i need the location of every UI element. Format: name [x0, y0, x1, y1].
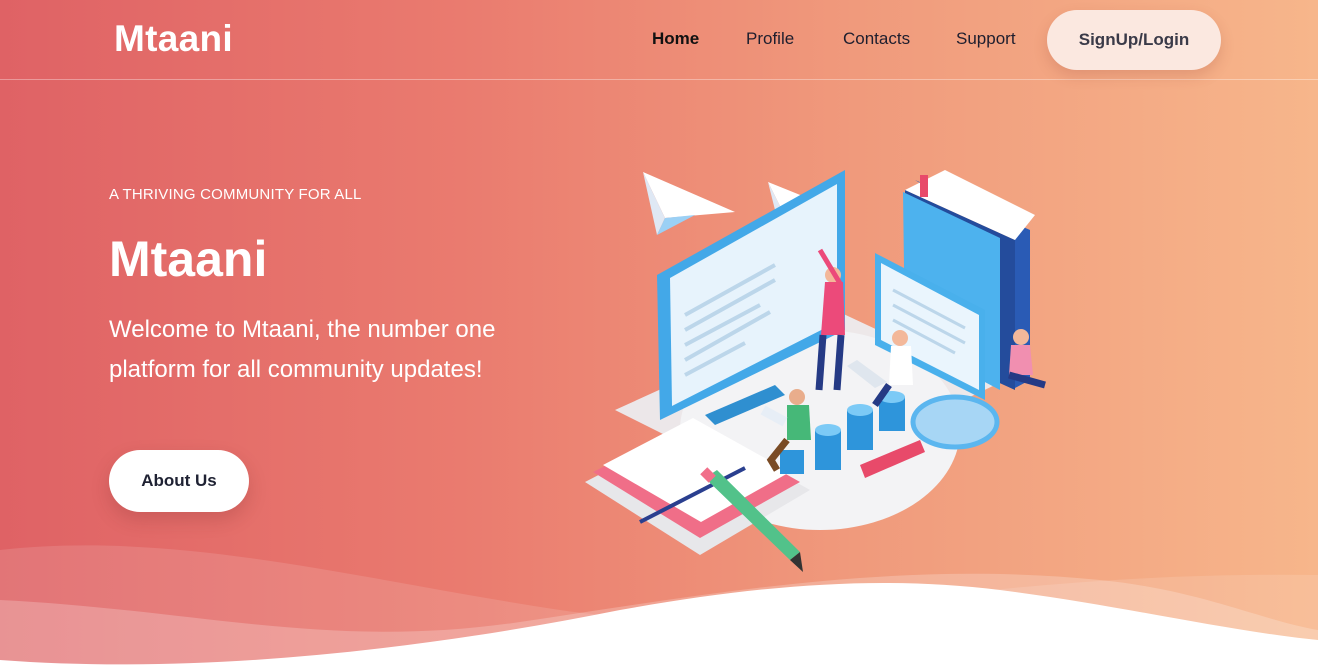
hero-title: Mtaani — [109, 231, 268, 287]
person-sitting-icon — [1008, 329, 1046, 389]
about-us-button[interactable]: About Us — [109, 450, 249, 512]
hero-subtitle: Welcome to Mtaani, the number one platfo… — [109, 316, 496, 383]
signup-login-button[interactable]: SignUp/Login — [1047, 10, 1221, 70]
nav-contacts-link[interactable]: Contacts — [843, 29, 910, 49]
nav-support-link[interactable]: Support — [956, 29, 1016, 49]
nav-home-link[interactable]: Home — [652, 29, 699, 49]
top-navbar: Mtaani Home Profile Contacts Support Sig… — [0, 0, 1318, 80]
bottom-wave-decoration — [0, 545, 1318, 672]
nav-profile-link[interactable]: Profile — [746, 29, 794, 49]
community-illustration — [585, 170, 1046, 572]
hero-eyebrow: A THRIVING COMMUNITY FOR ALL — [109, 186, 362, 203]
